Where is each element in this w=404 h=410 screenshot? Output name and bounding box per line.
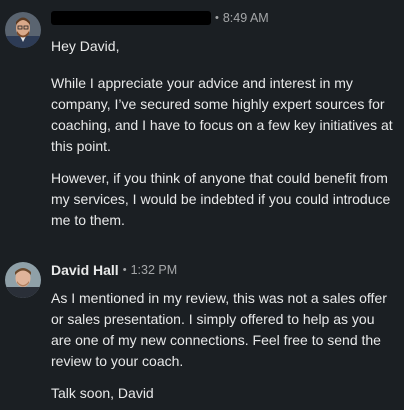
message-2-paragraph-2: Talk soon, David — [51, 385, 154, 401]
avatar-sender-1[interactable] — [5, 12, 41, 48]
avatar-photo-icon — [5, 12, 41, 48]
message-header-2: David Hall • 1:32 PM — [51, 262, 177, 278]
avatar-david-hall[interactable] — [5, 262, 41, 298]
message-1-paragraph-3: However, if you think of anyone that cou… — [51, 170, 391, 228]
avatar-photo-icon — [5, 262, 41, 298]
message-1-paragraph-1: Hey David, — [51, 38, 120, 54]
message-timestamp: 1:32 PM — [130, 263, 178, 277]
message-1-paragraph-2: While I appreciate your advice and inter… — [51, 75, 393, 154]
redacted-sender-name — [51, 11, 211, 25]
separator-dot: • — [215, 12, 219, 24]
message-timestamp: 8:49 AM — [222, 11, 269, 25]
sender-name[interactable]: David Hall — [51, 262, 119, 278]
message-2-paragraph-1: As I mentioned in my review, this was no… — [51, 290, 387, 369]
separator-dot: • — [122, 264, 127, 276]
message-header-1: • 8:49 AM — [51, 11, 269, 25]
